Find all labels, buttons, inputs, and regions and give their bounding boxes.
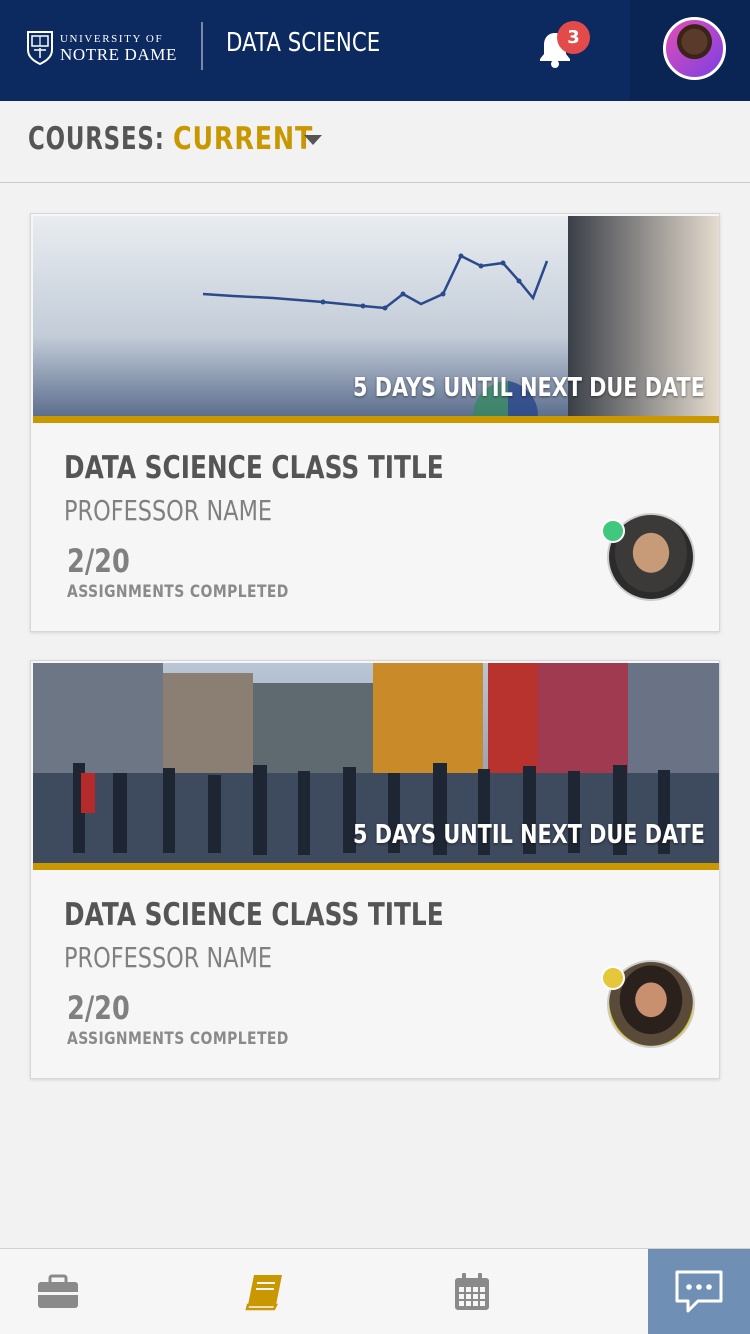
course-title: DATA SCIENCE CLASS TITLE [64, 897, 444, 933]
filter-dropdown[interactable]: CURRENT [173, 121, 313, 157]
professor-name: PROFESSOR NAME [64, 941, 273, 974]
logo-line1: UNIVERSITY OF [60, 32, 164, 45]
shield-icon [27, 31, 53, 66]
course-filter-bar: COURSES: CURRENT [0, 101, 750, 183]
calendar-icon [454, 1273, 489, 1310]
tab-courses[interactable] [207, 1249, 322, 1334]
course-card[interactable]: 5 DAYS UNTIL NEXT DUE DATE DATA SCIENCE … [30, 660, 720, 1079]
bottom-tab-bar [0, 1248, 750, 1334]
app-title: DATA SCIENCE [226, 28, 381, 58]
assignments-count: 2/20 [67, 542, 130, 580]
course-title: DATA SCIENCE CLASS TITLE [64, 450, 444, 486]
logo-line2: NOTRE DAME [60, 44, 177, 64]
book-icon [244, 1275, 282, 1311]
card-accent-bar [33, 416, 719, 423]
tab-portfolio[interactable] [0, 1249, 115, 1334]
assignments-count: 2/20 [67, 989, 130, 1027]
due-date-label: 5 DAYS UNTIL NEXT DUE DATE [353, 373, 705, 403]
course-image: 5 DAYS UNTIL NEXT DUE DATE [33, 663, 719, 863]
professor-name: PROFESSOR NAME [64, 494, 273, 527]
tab-calendar[interactable] [414, 1249, 529, 1334]
assignments-label: ASSIGNMENTS COMPLETED [67, 1029, 289, 1049]
status-indicator [601, 966, 625, 990]
card-accent-bar [33, 863, 719, 870]
assignments-label: ASSIGNMENTS COMPLETED [67, 582, 289, 602]
app-header: UNIVERSITY OF NOTRE DAME DATA SCIENCE 3 [0, 0, 750, 101]
header-divider [201, 22, 203, 70]
status-indicator [601, 519, 625, 543]
university-logo[interactable]: UNIVERSITY OF NOTRE DAME [26, 30, 177, 66]
course-image: 5 DAYS UNTIL NEXT DUE DATE [33, 216, 719, 416]
briefcase-icon [37, 1274, 78, 1308]
notification-badge: 3 [557, 21, 590, 54]
user-avatar[interactable] [663, 17, 726, 80]
filter-label: COURSES: [28, 121, 165, 157]
due-date-label: 5 DAYS UNTIL NEXT DUE DATE [353, 820, 705, 850]
tab-chat[interactable] [648, 1249, 750, 1334]
chevron-down-icon[interactable] [304, 135, 322, 145]
chat-icon [675, 1270, 723, 1313]
course-card[interactable]: 5 DAYS UNTIL NEXT DUE DATE DATA SCIENCE … [30, 213, 720, 632]
